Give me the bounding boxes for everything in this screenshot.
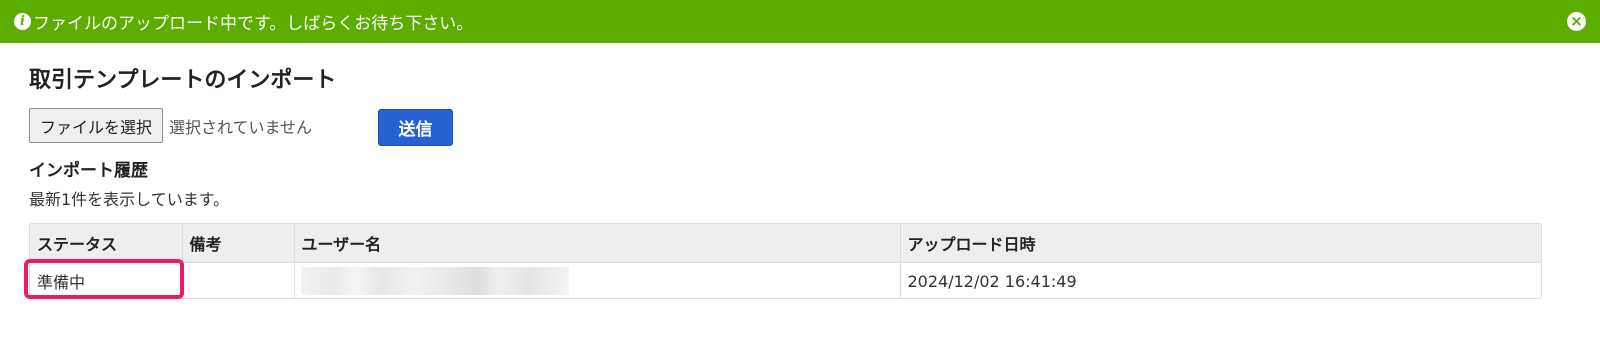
table-row: 準備中 2024/12/02 16:41:49 xyxy=(30,262,1541,298)
page-title: 取引テンプレートのインポート xyxy=(29,68,337,93)
column-header-uploaded-at: アップロード日時 xyxy=(900,224,1541,263)
import-history-heading: インポート履歴 xyxy=(29,161,148,181)
alert-message: ファイルのアップロード中です。しばらくお待ち下さい。 xyxy=(33,14,474,34)
file-status-text: 選択されていません xyxy=(169,117,313,137)
column-header-username: ユーザー名 xyxy=(294,224,901,263)
file-input-row: ファイルを選択 選択されていません xyxy=(29,108,312,143)
username-cell xyxy=(294,262,901,298)
table-header-row: ステータス 備考 ユーザー名 アップロード日時 xyxy=(30,224,1541,263)
column-header-note: 備考 xyxy=(182,224,295,263)
submit-button[interactable]: 送信 xyxy=(378,109,453,146)
column-header-status: ステータス xyxy=(30,224,183,263)
import-history-description: 最新1件を表示しています。 xyxy=(29,190,230,209)
upload-alert-banner: i ファイルのアップロード中です。しばらくお待ち下さい。 × xyxy=(0,0,1600,43)
import-history-table: ステータス 備考 ユーザー名 アップロード日時 準備中 2024/12/02 1… xyxy=(29,223,1542,299)
redacted-username xyxy=(300,267,569,295)
uploaded-at-cell: 2024/12/02 16:41:49 xyxy=(907,271,1077,291)
note-cell xyxy=(182,262,295,298)
info-icon: i xyxy=(14,13,31,30)
close-icon[interactable]: × xyxy=(1567,12,1586,31)
status-cell: 準備中 xyxy=(30,262,183,298)
choose-file-button[interactable]: ファイルを選択 xyxy=(29,108,164,143)
